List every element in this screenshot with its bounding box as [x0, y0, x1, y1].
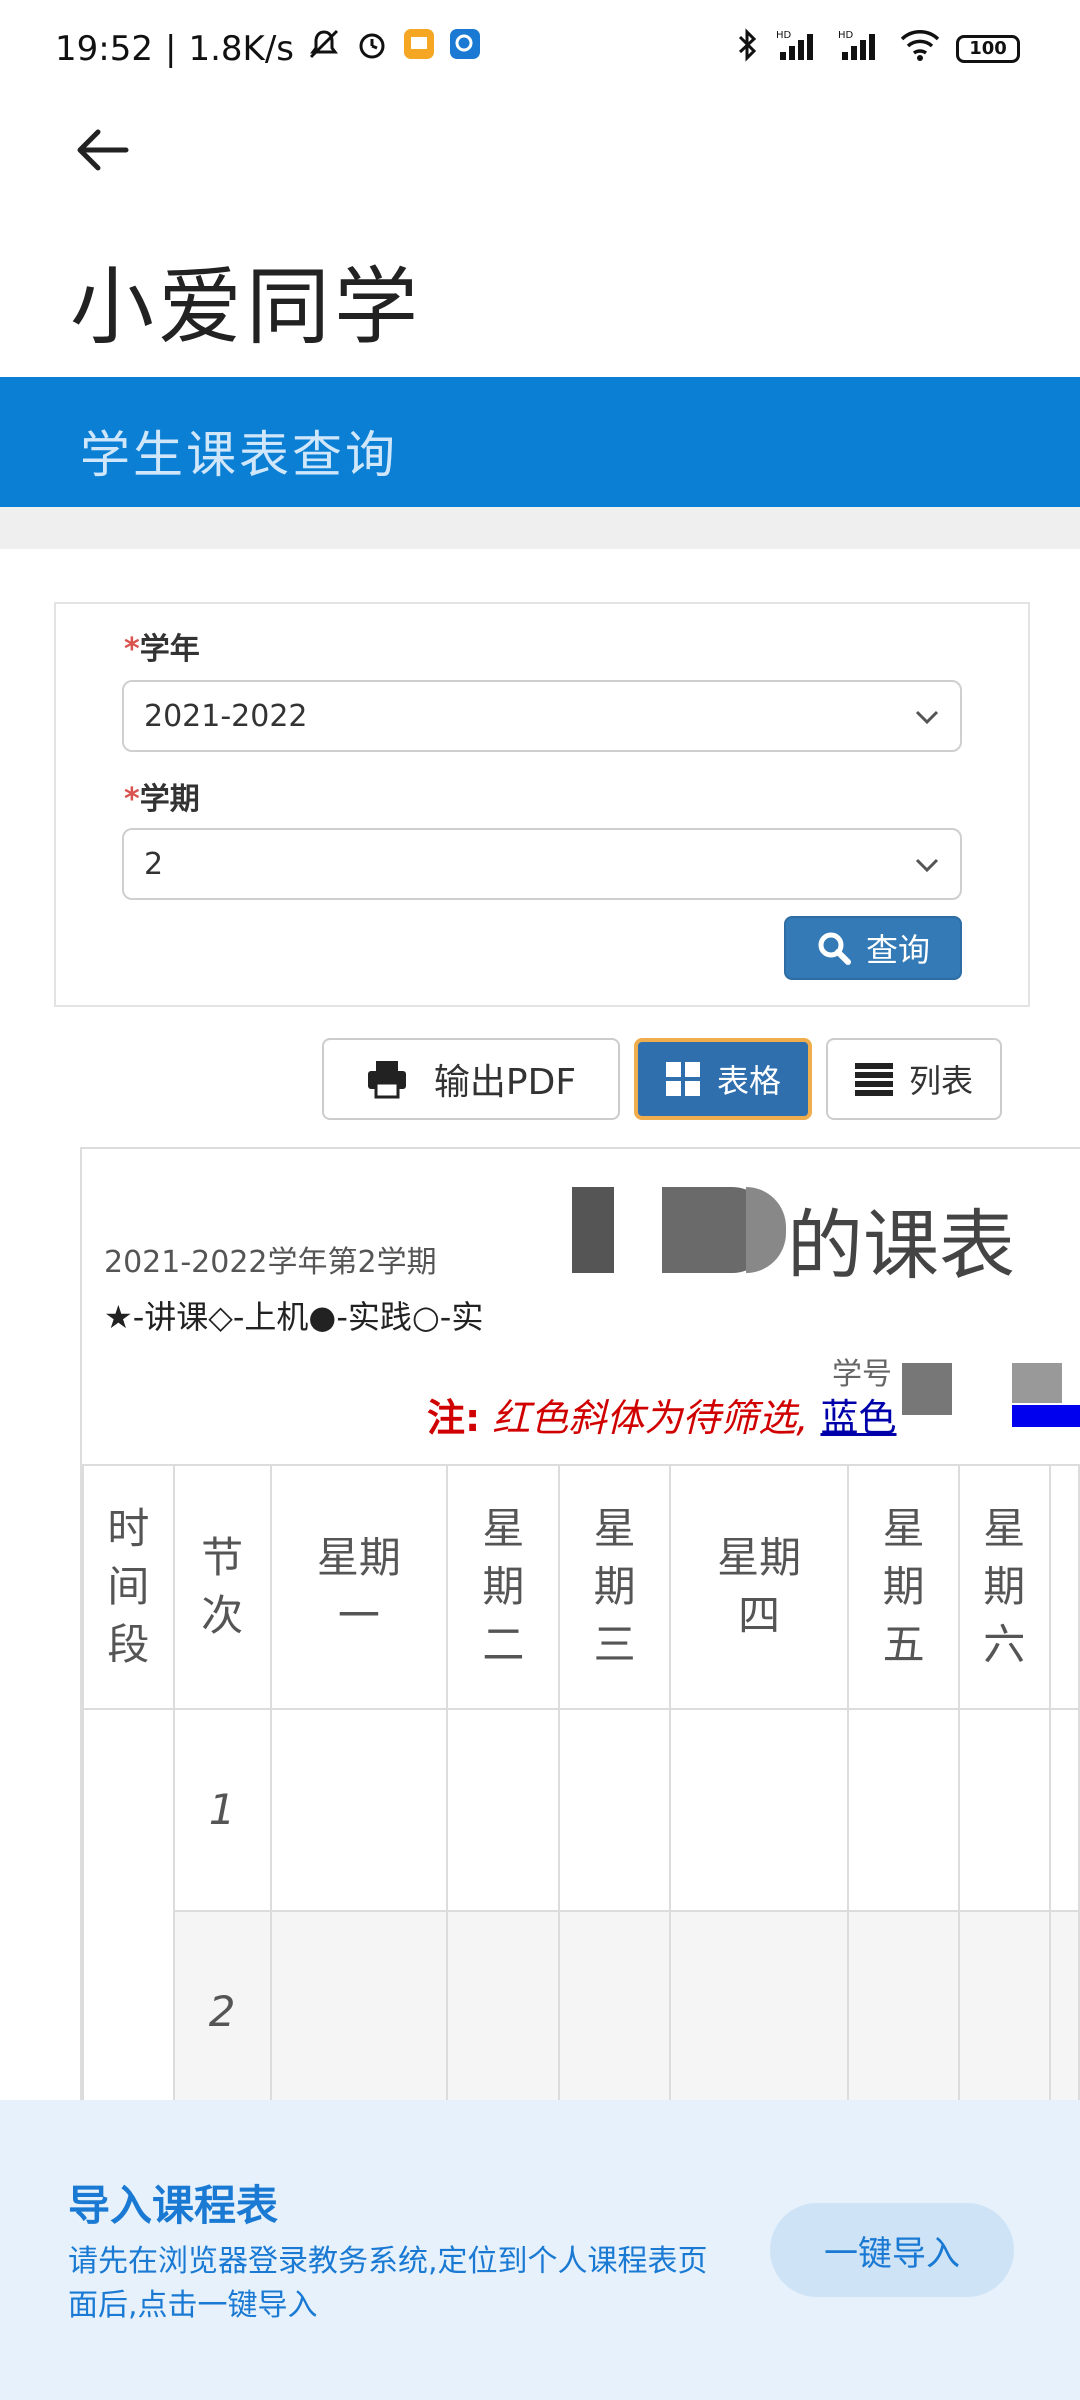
- term-label: *学期: [124, 782, 200, 817]
- class-cell[interactable]: [269, 1708, 449, 1912]
- term-select[interactable]: 2: [122, 828, 962, 900]
- svg-text:HD: HD: [776, 30, 792, 41]
- header-row: 时 间 段 节 次 星期 一 星 期 二 星 期 三 星期 四 星 期 五 星 …: [82, 1464, 1080, 1710]
- page-header: 学生课表查询: [0, 377, 1080, 507]
- year-select[interactable]: 2021-2022: [122, 680, 962, 752]
- class-cell[interactable]: [1048, 1910, 1080, 2114]
- schedule-legend: ★-讲课◇-上机●-实践○-实: [104, 1298, 484, 1336]
- page-title: 学生课表查询: [80, 426, 398, 484]
- class-cell[interactable]: [847, 1910, 960, 2114]
- header-cell: 星 期 三: [558, 1464, 671, 1710]
- mute-icon: [306, 26, 342, 71]
- back-button[interactable]: [72, 120, 132, 180]
- class-cell[interactable]: [668, 1708, 850, 1912]
- class-cell[interactable]: [446, 1708, 561, 1912]
- class-cell[interactable]: [1048, 1708, 1080, 1912]
- notes-app-icon: [402, 27, 436, 70]
- redacted-note: [1012, 1405, 1080, 1427]
- one-click-import-button[interactable]: 一键导入: [770, 2203, 1014, 2297]
- import-description: 请先在浏览器登录教务系统,定位到个人课程表页面后,点击一键导入: [68, 2244, 708, 2323]
- header-cell: [1048, 1464, 1080, 1710]
- redacted-name: [572, 1187, 614, 1273]
- app-title: 小爱同学: [70, 258, 423, 356]
- redacted-id: [1012, 1363, 1062, 1403]
- search-button[interactable]: 查询: [784, 916, 962, 980]
- status-left: 19:52 | 1.8K/s: [55, 26, 482, 71]
- status-bar: 19:52 | 1.8K/s HD HD 100: [0, 0, 1080, 100]
- printer-icon: [367, 1061, 406, 1099]
- list-view-button[interactable]: 列表: [826, 1038, 1002, 1120]
- wifi-icon: [900, 29, 940, 68]
- class-cell[interactable]: [957, 1910, 1051, 2114]
- divider: [0, 507, 1080, 549]
- class-cell[interactable]: [558, 1708, 671, 1912]
- search-icon: [818, 932, 851, 965]
- schedule-table: 时 间 段 节 次 星期 一 星 期 二 星 期 三 星期 四 星 期 五 星 …: [82, 1464, 1080, 2114]
- battery-icon: 100: [956, 34, 1020, 63]
- status-time: 19:52: [55, 28, 153, 69]
- chevron-down-icon: [915, 858, 939, 873]
- class-cell[interactable]: [558, 1910, 671, 2114]
- class-cell[interactable]: [847, 1708, 960, 1912]
- time-period-cell: [82, 1708, 175, 2114]
- term-value: 2: [144, 846, 164, 882]
- table-row: 2: [83, 1910, 1080, 2114]
- header-cell: 星期 一: [269, 1464, 449, 1710]
- grid-icon: [665, 1062, 700, 1096]
- header-cell: 时 间 段: [82, 1464, 175, 1710]
- bluetooth-icon: [736, 28, 760, 69]
- schedule-note: 注: 红色斜体为待筛选, 蓝色: [427, 1396, 897, 1440]
- schedule-panel: 的课表 2021-2022学年第2学期 ★-讲课◇-上机●-实践○-实 学号 注…: [80, 1147, 1080, 2147]
- query-form: *学年 2021-2022 *学期 2 查询: [54, 602, 1030, 1007]
- redacted-id: [902, 1363, 952, 1415]
- signal-icon-2: HD: [838, 28, 884, 69]
- period-number: 2: [172, 1910, 272, 2114]
- period-number: 1: [172, 1708, 272, 1912]
- schedule-title: 的课表: [787, 1201, 1015, 1290]
- table-row: 1: [82, 1708, 1080, 2114]
- class-cell[interactable]: [957, 1708, 1051, 1912]
- chevron-down-icon: [915, 710, 939, 725]
- list-icon: [854, 1063, 893, 1096]
- status-speed: 1.8K/s: [188, 28, 294, 69]
- header-cell: 星 期 五: [847, 1464, 960, 1710]
- class-cell[interactable]: [668, 1910, 850, 2114]
- import-title: 导入课程表: [68, 2181, 279, 2230]
- class-cell[interactable]: [269, 1910, 449, 2114]
- header-cell: 星 期 二: [446, 1464, 561, 1710]
- schedule-term: 2021-2022学年第2学期: [104, 1245, 437, 1280]
- year-label: *学年: [124, 632, 200, 667]
- class-cell[interactable]: [446, 1910, 561, 2114]
- header-cell: 星 期 六: [957, 1464, 1051, 1710]
- header-cell: 星期 四: [668, 1464, 850, 1710]
- status-right: HD HD 100: [736, 28, 1020, 69]
- table-view-button[interactable]: 表格: [634, 1038, 812, 1120]
- header-cell: 节 次: [172, 1464, 272, 1710]
- export-pdf-button[interactable]: 输出PDF: [322, 1038, 620, 1120]
- alarm-icon: [354, 26, 390, 71]
- arrow-left-icon: [77, 129, 129, 171]
- signal-icon: HD: [776, 28, 822, 69]
- import-panel: 导入课程表 请先在浏览器登录教务系统,定位到个人课程表页面后,点击一键导入 一键…: [0, 2100, 1080, 2400]
- svg-text:HD: HD: [838, 30, 854, 41]
- year-value: 2021-2022: [144, 698, 308, 734]
- browser-app-icon: [448, 27, 482, 70]
- redacted-name: [746, 1187, 786, 1273]
